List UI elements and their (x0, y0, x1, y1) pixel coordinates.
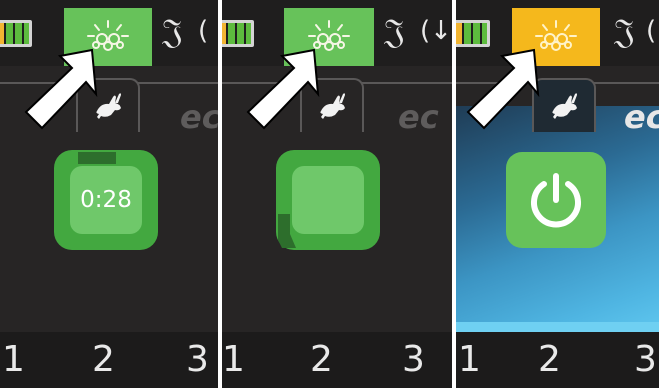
arrow-pointer-icon (466, 48, 540, 130)
sound-wave-icon: ( (646, 16, 657, 46)
brand-logo: ec (180, 98, 218, 136)
screen-panel-3: 𝔍 ( ec 1 2 3 (456, 0, 659, 388)
mode-1[interactable]: 1 (458, 338, 481, 382)
mode-3[interactable]: 3 (402, 338, 425, 382)
power-button[interactable] (506, 152, 606, 248)
brand-logo: ec (624, 98, 659, 136)
countdown-timer: 0:28 (80, 187, 132, 213)
rabbit-mode-tab[interactable] (532, 78, 596, 132)
countdown-button[interactable]: 0:28 (54, 150, 158, 250)
mode-1[interactable]: 1 (222, 338, 245, 382)
battery-icon (456, 20, 490, 47)
rabbit-icon (552, 93, 577, 119)
mode-3[interactable]: 3 (186, 338, 209, 382)
mode-2[interactable]: 2 (92, 338, 115, 382)
ear-icon[interactable]: 𝔍 (614, 12, 635, 52)
power-icon (531, 173, 581, 228)
screen-panel-1: 𝔍 ( ec 0:28 1 2 3 (0, 0, 218, 388)
bottom-glow (456, 322, 659, 332)
ear-icon[interactable]: 𝔍 (162, 12, 183, 52)
sound-wave-icon: ( (198, 16, 209, 46)
mode-1[interactable]: 1 (2, 338, 25, 382)
rabbit-icon (320, 93, 345, 119)
screen-panel-2: 𝔍 (↓ ec 1 2 3 (222, 0, 452, 388)
brand-logo: ec (398, 98, 439, 136)
countdown-button[interactable] (276, 150, 380, 250)
volume-down-icon: (↓ (420, 16, 452, 46)
mode-2[interactable]: 2 (310, 338, 333, 382)
mode-2[interactable]: 2 (538, 338, 561, 382)
arrow-pointer-icon (246, 48, 320, 130)
battery-icon (0, 20, 32, 47)
mode-3[interactable]: 3 (634, 338, 657, 382)
battery-icon (222, 20, 254, 47)
ear-icon[interactable]: 𝔍 (384, 12, 405, 52)
arrow-pointer-icon (24, 48, 98, 130)
